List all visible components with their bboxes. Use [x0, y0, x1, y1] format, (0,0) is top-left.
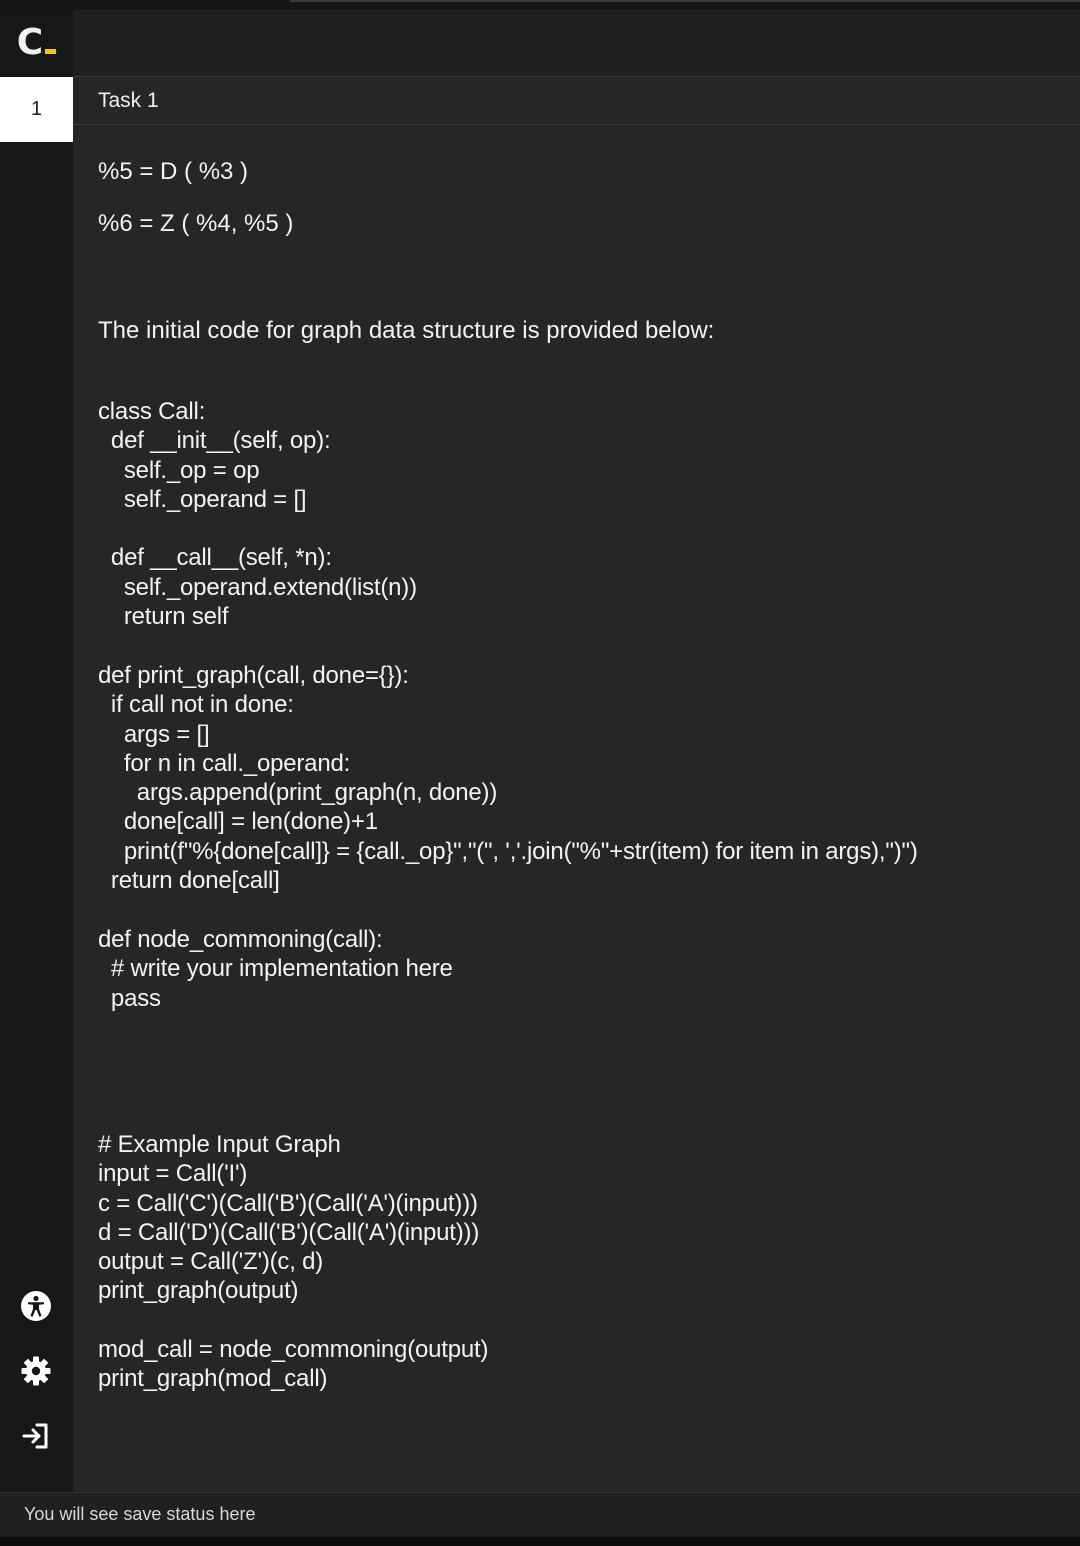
logo-letter: C	[16, 22, 44, 63]
app-root: C 1 Task 1 %5 = D (%3) %6 = Z (%4, %5…	[0, 0, 1080, 1546]
bottom-strip	[0, 1537, 1080, 1546]
code-block-print-graph: def print_graph(call, done={}): if call …	[98, 662, 918, 895]
sidebar: C 1	[0, 10, 73, 1492]
gear-icon[interactable]	[18, 1353, 54, 1389]
app-logo[interactable]: C	[0, 10, 73, 76]
logo-cursor-dash	[45, 48, 57, 54]
task-title: Task 1	[98, 89, 159, 112]
header-bar	[73, 10, 1080, 77]
code-block-node-commoning: def node_commoning(call): # write your i…	[98, 926, 453, 1012]
code-block-example-graph: # Example Input Graph input = Call('I') …	[98, 1131, 480, 1305]
status-bar: You will see save status here	[0, 1492, 1080, 1537]
accessibility-icon[interactable]	[18, 1288, 54, 1324]
code-block-mod-call: mod_call = node_commoning(output) print_…	[98, 1336, 489, 1393]
logout-icon[interactable]	[18, 1418, 54, 1454]
intro-text: The initial code for graph data structur…	[98, 317, 715, 344]
equation-line-2: %6 = Z ( %4, %5 )	[98, 210, 294, 237]
top-strip-line	[290, 0, 1080, 2]
save-status-text: You will see save status here	[24, 1504, 256, 1524]
top-strip	[0, 0, 1080, 10]
task-tab-1[interactable]: 1	[0, 77, 73, 142]
code-block-call-class: class Call: def __init__(self, op): self…	[98, 398, 417, 631]
task-title-row: Task 1	[73, 77, 1080, 125]
equation-line-1: %5 = D ( %3 )	[98, 158, 249, 185]
